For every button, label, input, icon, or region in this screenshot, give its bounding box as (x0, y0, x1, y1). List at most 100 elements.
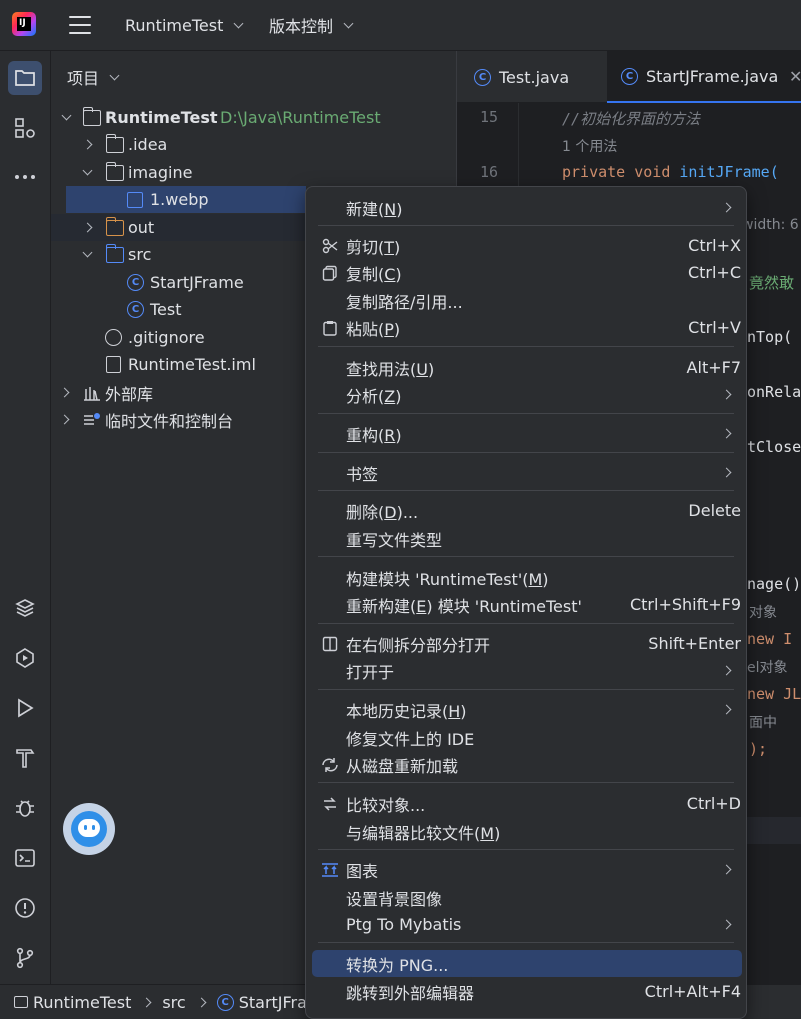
menu-item-18[interactable]: 比较对象... Ctrl+D (312, 790, 742, 817)
menu-item-8[interactable]: 书签 (312, 459, 742, 486)
problems-icon[interactable] (11, 894, 39, 922)
logo-text: IJ (19, 18, 26, 28)
menu-item-label: 与编辑器比较文件(M) (346, 823, 501, 843)
code-fragment: new I (747, 630, 792, 648)
intellij-logo-icon[interactable]: IJ (12, 12, 36, 36)
tree-row-webp[interactable]: 1.webp (66, 186, 306, 213)
collapse-arrow-icon[interactable] (59, 387, 70, 398)
menu-item-16[interactable]: 修复文件上的 IDE (312, 724, 742, 751)
menu-item-label: 重写文件类型 (346, 530, 443, 550)
tree-row-idea[interactable]: .idea (51, 131, 456, 158)
menu-item-label: 重新构建(E) 模块 'RuntimeTest' (346, 596, 582, 616)
tree-label: 1.webp (150, 190, 209, 209)
menu-item-17[interactable]: 从磁盘重新加载 (312, 751, 742, 778)
menu-item-15[interactable]: 本地历史记录(H) (312, 696, 742, 723)
menu-item-4[interactable]: 粘贴(P) Ctrl+V (312, 314, 742, 341)
menu-separator (318, 556, 734, 557)
project-switcher[interactable]: RuntimeTest (125, 0, 244, 50)
menu-item-label: 分析(Z) (346, 386, 402, 406)
menu-shortcut: Ctrl+D (686, 794, 741, 813)
menu-item-label: 比较对象... (346, 795, 426, 815)
tree-label: .gitignore (128, 328, 205, 347)
close-tab-icon[interactable]: ✕ (789, 67, 801, 86)
menu-item-6[interactable]: 分析(Z) (312, 381, 742, 408)
menu-item-label: 复制路径/引用... (346, 292, 463, 312)
chevron-down-icon (109, 70, 120, 80)
breadcrumb-src[interactable]: src (162, 993, 185, 1012)
menu-separator (318, 490, 734, 491)
menu-item-0[interactable]: 新建(N) (312, 194, 742, 221)
structure-icon[interactable] (11, 114, 39, 142)
source-folder-icon (105, 243, 124, 263)
menu-item-label: 删除(D)... (346, 502, 419, 522)
code-comment[interactable]: //初始化界面的方法 (562, 108, 700, 129)
menu-item-1[interactable]: 剪切(T) Ctrl+X (312, 232, 742, 259)
collapse-arrow-icon[interactable] (59, 414, 70, 425)
debug-bug-icon[interactable] (11, 794, 39, 822)
menu-item-13[interactable]: 在右侧拆分部分打开 Shift+Enter (312, 630, 742, 657)
java-class-icon: C (127, 301, 144, 318)
breadcrumb-class[interactable]: StartJFra (239, 993, 307, 1012)
menu-item-11[interactable]: 构建模块 'RuntimeTest'(M) (312, 564, 742, 591)
main-menu-icon[interactable] (69, 16, 91, 34)
menu-item-3[interactable]: 复制路径/引用... (312, 287, 742, 314)
scissors-icon (321, 237, 339, 255)
menu-item-21[interactable]: 设置背景图像 (312, 884, 742, 911)
menu-item-12[interactable]: 重新构建(E) 模块 'RuntimeTest' Ctrl+Shift+F9 (312, 591, 742, 618)
tree-label: 临时文件和控制台 (105, 411, 234, 431)
java-class-icon: C (621, 67, 638, 85)
menu-item-19[interactable]: 与编辑器比较文件(M) (312, 818, 742, 845)
menu-separator (318, 942, 734, 943)
menu-item-14[interactable]: 打开于 (312, 657, 742, 684)
menu-item-22[interactable]: Ptg To Mybatis (312, 911, 742, 938)
code-fragment: onRela (747, 383, 801, 401)
menu-item-label: Ptg To Mybatis (346, 915, 462, 934)
code-line-16[interactable]: private void initJFrame( (562, 163, 779, 181)
keyword: new JL (747, 685, 801, 703)
menu-item-label: 构建模块 'RuntimeTest'(M) (346, 569, 549, 589)
terminal-icon[interactable] (11, 844, 39, 872)
chevron-down-icon (233, 18, 244, 28)
expand-arrow-icon[interactable] (61, 110, 72, 121)
tab-test-java[interactable]: C Test.java (457, 51, 607, 103)
menu-item-7[interactable]: 重构(R) (312, 420, 742, 447)
breadcrumb-project[interactable]: RuntimeTest (33, 993, 131, 1012)
tab-startjframe-java[interactable]: C StartJFrame.java ✕ (607, 51, 801, 103)
collapse-arrow-icon[interactable] (82, 222, 93, 233)
git-branch-icon[interactable] (11, 944, 39, 972)
expand-arrow-icon[interactable] (82, 165, 93, 176)
more-tools-icon[interactable] (11, 163, 39, 191)
menu-separator (318, 623, 734, 624)
menu-item-5[interactable]: 查找用法(U) Alt+F7 (312, 354, 742, 381)
tab-label: Test.java (499, 67, 570, 87)
build-hammer-icon[interactable] (11, 744, 39, 772)
code-fragment: width: 6 (742, 217, 799, 233)
menu-shortcut: Delete (688, 501, 741, 520)
menu-item-label: 转换为 PNG... (346, 955, 449, 975)
menu-item-23[interactable]: 转换为 PNG... (312, 950, 742, 977)
keyword: private (562, 163, 626, 181)
menu-item-20[interactable]: 图表 (312, 856, 742, 883)
run-icon[interactable] (11, 694, 39, 722)
menu-item-24[interactable]: 跳转到外部编辑器 Ctrl+Alt+F4 (312, 978, 742, 1005)
menu-item-10[interactable]: 重写文件类型 (312, 525, 742, 552)
library-icon (83, 385, 101, 401)
layers-icon[interactable] (11, 594, 39, 622)
tree-row-imagine[interactable]: imagine (51, 159, 456, 186)
services-icon[interactable] (11, 644, 39, 672)
expand-arrow-icon[interactable] (82, 247, 93, 258)
line-number: 16 (479, 163, 498, 181)
menu-item-9[interactable]: 删除(D)... Delete (312, 497, 742, 524)
menu-item-2[interactable]: 复制(C) Ctrl+C (312, 259, 742, 286)
module-file-icon (106, 356, 121, 373)
assistant-chat-icon[interactable] (63, 803, 115, 855)
project-panel-header[interactable]: 项目 (51, 51, 456, 103)
collapse-arrow-icon[interactable] (82, 139, 93, 150)
menu-item-label: 查找用法(U) (346, 359, 435, 379)
paste-icon (321, 319, 339, 337)
usage-hint[interactable]: 1 个用法 (562, 136, 617, 156)
project-folder-icon[interactable] (8, 61, 42, 95)
vcs-menu[interactable]: 版本控制 (269, 0, 354, 50)
tree-row-root[interactable]: RuntimeTest D:\Java\RuntimeTest (51, 104, 456, 131)
code-fragment: nage() (747, 575, 801, 593)
